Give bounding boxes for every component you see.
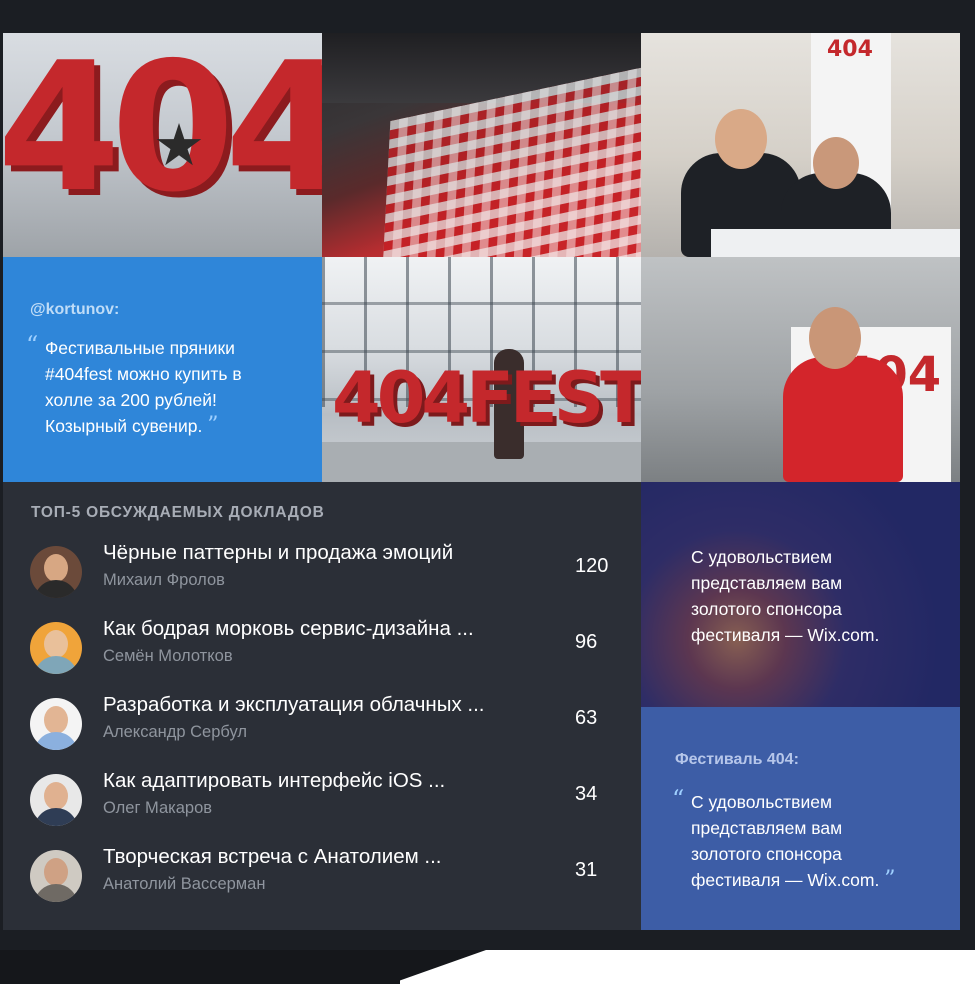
open-quote-icon: “ bbox=[26, 331, 39, 359]
avatar bbox=[30, 546, 82, 598]
quote-text: С удовольствием представляем вам золотог… bbox=[691, 789, 895, 893]
star-icon: ★ bbox=[153, 111, 205, 179]
report-count: 34 bbox=[575, 783, 598, 805]
quote-line: Фестивальные пряники bbox=[45, 338, 235, 358]
photo-floor bbox=[322, 442, 641, 482]
tv-stand bbox=[0, 950, 400, 984]
report-title: Как адаптировать интерфейс iOS ... bbox=[103, 769, 446, 792]
photo-head-left bbox=[715, 109, 767, 169]
report-count: 120 bbox=[575, 555, 609, 577]
report-title: Как бодрая морковь сервис-дизайна ... bbox=[103, 617, 474, 640]
report-author: Семён Молотков bbox=[103, 647, 233, 665]
quote-line: С удовольствием bbox=[691, 792, 832, 812]
sponsor-announcement-tile: С удовольствием представляем вам золотог… bbox=[641, 482, 960, 707]
quote-text: Фестивальные пряники #404fest можно купи… bbox=[45, 335, 242, 439]
photo-banner-text: 404 bbox=[827, 37, 873, 62]
report-author: Анатолий Вассерман bbox=[103, 875, 266, 893]
quote-line: холле за 200 рублей! bbox=[45, 390, 217, 410]
quote-line: #404fest можно купить в bbox=[45, 364, 242, 384]
photo-head-right bbox=[813, 137, 859, 189]
photo-404fest-sign: 404FEST bbox=[322, 257, 641, 482]
report-author: Олег Макаров bbox=[103, 799, 213, 817]
report-count: 31 bbox=[575, 859, 598, 881]
quote-line: золотого спонсора bbox=[691, 844, 842, 864]
avatar bbox=[30, 850, 82, 902]
close-quote-icon: ” bbox=[207, 413, 219, 438]
photo-speaker-head bbox=[809, 307, 861, 369]
sponsor-line: С удовольствием bbox=[691, 547, 832, 567]
report-author: Александр Сербул bbox=[103, 723, 248, 741]
top5-reports-panel: ТОП-5 ОБСУЖДАЕМЫХ ДОКЛАДОВ Чёрные паттер… bbox=[3, 482, 641, 930]
report-title: Творческая встреча с Анатолием ... bbox=[103, 845, 442, 868]
photo-404fest-text: 404FEST bbox=[332, 357, 641, 439]
photo-speaker: 404 bbox=[641, 257, 960, 482]
tv-screen: 404 ★ 404 @kortunov: “ Фестивальные прян… bbox=[3, 33, 960, 930]
photo-two-speakers: 404 bbox=[641, 33, 960, 257]
avatar bbox=[30, 622, 82, 674]
avatar bbox=[30, 774, 82, 826]
report-author: Михаил Фролов bbox=[103, 571, 225, 589]
quote-line: фестиваля — Wix.com. ” bbox=[691, 867, 896, 892]
quote-author: Фестиваль 404: bbox=[675, 751, 799, 768]
photo-table bbox=[711, 229, 960, 257]
report-row[interactable]: Творческая встреча с Анатолием ... Анато… bbox=[3, 845, 641, 915]
report-row[interactable]: Как адаптировать интерфейс iOS ... Олег … bbox=[3, 769, 641, 839]
report-row[interactable]: Разработка и эксплуатация облачных ... А… bbox=[3, 693, 641, 763]
open-quote-icon: “ bbox=[672, 785, 685, 813]
sponsor-line: представляем вам bbox=[691, 573, 843, 593]
report-title: Разработка и эксплуатация облачных ... bbox=[103, 693, 485, 716]
photo-gingerbread-mosaic bbox=[322, 33, 641, 257]
avatar bbox=[30, 698, 82, 750]
quote-line: Козырный сувенир. ” bbox=[45, 413, 219, 438]
festival-quote-tile: Фестиваль 404: “ С удовольствием предста… bbox=[641, 707, 960, 930]
report-row[interactable]: Как бодрая морковь сервис-дизайна ... Се… bbox=[3, 617, 641, 687]
close-quote-icon: ” bbox=[884, 867, 896, 892]
sponsor-text: С удовольствием представляем вам золотог… bbox=[691, 544, 931, 648]
photo-404-letters: 404 ★ bbox=[3, 33, 322, 257]
sponsor-line: золотого спонсора bbox=[691, 599, 842, 619]
tv-stand-edge bbox=[390, 950, 486, 984]
sponsor-line: фестиваля — Wix.com. bbox=[691, 625, 880, 645]
top5-title: ТОП-5 ОБСУЖДАЕМЫХ ДОКЛАДОВ bbox=[31, 504, 325, 521]
report-row[interactable]: Чёрные паттерны и продажа эмоций Михаил … bbox=[3, 541, 641, 611]
report-title: Чёрные паттерны и продажа эмоций bbox=[103, 541, 454, 564]
quote-line: представляем вам bbox=[691, 818, 843, 838]
quote-author: @kortunov: bbox=[30, 301, 120, 318]
report-count: 63 bbox=[575, 707, 598, 729]
social-quote-tile: @kortunov: “ Фестивальные пряники #404fe… bbox=[3, 257, 322, 482]
photo-speaker-body bbox=[783, 357, 903, 482]
report-count: 96 bbox=[575, 631, 598, 653]
